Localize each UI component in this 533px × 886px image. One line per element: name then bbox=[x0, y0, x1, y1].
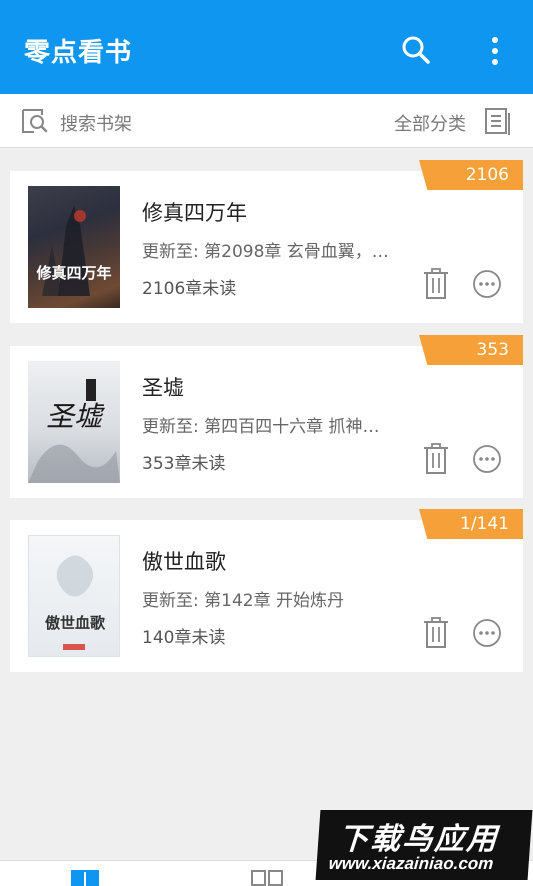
more-vertical-icon[interactable] bbox=[482, 34, 508, 70]
book-card[interactable]: 1/141 傲世血歌 傲世血歌 更新至: 第142章 开始炼丹 140章未读 bbox=[10, 509, 523, 672]
search-bar: 搜索书架 全部分类 bbox=[0, 94, 533, 148]
more-options-icon[interactable] bbox=[472, 444, 502, 474]
cover-title: 傲世血歌 bbox=[44, 614, 105, 632]
book-unread-count: 2106章未读 bbox=[142, 279, 237, 299]
search-shelf-icon[interactable] bbox=[20, 107, 50, 135]
trash-icon[interactable] bbox=[422, 616, 450, 650]
book-unread-count: 353章未读 bbox=[142, 454, 226, 474]
cover-title: 圣墟 bbox=[45, 400, 102, 433]
book-update-text: 更新至: 第四百四十六章 抓神… bbox=[142, 417, 380, 437]
book-cover: 圣墟 bbox=[28, 361, 120, 483]
category-list-icon[interactable] bbox=[484, 106, 512, 136]
all-categories-button[interactable]: 全部分类 bbox=[394, 110, 466, 136]
app-header: 零点看书 bbox=[0, 0, 533, 94]
book-update-text: 更新至: 第2098章 玄骨血翼，… bbox=[142, 242, 389, 262]
bookshelf-tab-icon[interactable] bbox=[70, 869, 100, 886]
search-icon[interactable] bbox=[400, 34, 432, 66]
more-options-icon[interactable] bbox=[472, 269, 502, 299]
unread-count-badge: 1/141 bbox=[419, 509, 523, 539]
bookstore-tab-icon[interactable] bbox=[250, 869, 284, 886]
book-cover: 修真四万年 bbox=[28, 186, 120, 308]
trash-icon[interactable] bbox=[422, 442, 450, 476]
book-card[interactable]: 2106 修真四万年 修真四万年 更新至: 第2098章 玄骨血翼，… 2106… bbox=[10, 160, 523, 323]
book-card[interactable]: 353 圣墟 圣墟 更新至: 第四百四十六章 抓神… 353章未读 bbox=[10, 335, 523, 498]
more-options-icon[interactable] bbox=[472, 618, 502, 648]
app-title: 零点看书 bbox=[24, 38, 133, 68]
book-title: 圣墟 bbox=[142, 376, 184, 400]
book-unread-count: 140章未读 bbox=[142, 628, 226, 648]
watermark: 下载鸟应用 www.xiazainiao.com bbox=[315, 810, 533, 880]
book-cover: 傲世血歌 bbox=[28, 535, 120, 657]
search-shelf-input[interactable]: 搜索书架 bbox=[60, 110, 132, 136]
unread-count-badge: 353 bbox=[419, 335, 523, 365]
unread-count-badge: 2106 bbox=[419, 160, 523, 190]
cover-title: 修真四万年 bbox=[36, 264, 112, 282]
book-update-text: 更新至: 第142章 开始炼丹 bbox=[142, 591, 344, 611]
book-title: 傲世血歌 bbox=[142, 550, 226, 574]
book-title: 修真四万年 bbox=[142, 201, 247, 225]
watermark-title: 下载鸟应用 bbox=[337, 822, 500, 857]
trash-icon[interactable] bbox=[422, 267, 450, 301]
watermark-url: www.xiazainiao.com bbox=[328, 854, 495, 873]
